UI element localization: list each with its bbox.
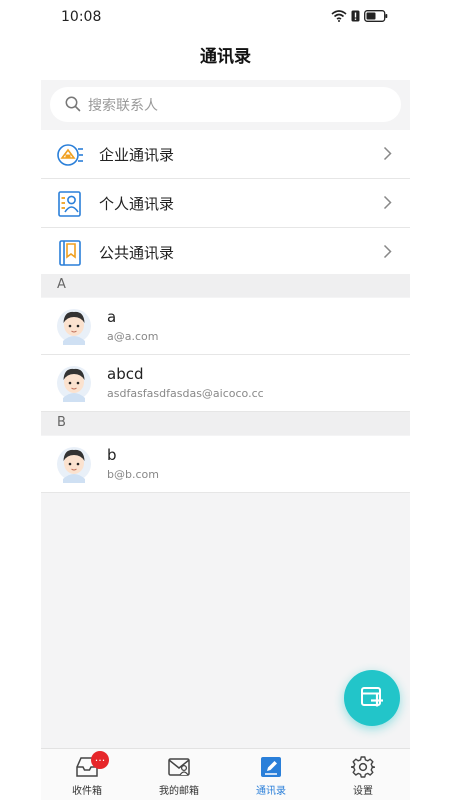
section-header-b: B [41, 412, 410, 435]
wifi-icon [331, 10, 347, 22]
avatar [57, 309, 91, 345]
status-icons [331, 10, 388, 22]
tab-contacts[interactable]: 通讯录 [225, 749, 317, 800]
contact-name: b [107, 446, 117, 464]
status-time: 10:08 [61, 9, 102, 25]
contact-row[interactable]: a a@a.com [41, 298, 410, 355]
avatar [57, 447, 91, 483]
menu-item-label: 公共通讯录 [99, 244, 175, 262]
add-contact-button[interactable] [344, 670, 400, 726]
menu-item-personal-contacts[interactable]: 个人通讯录 [41, 179, 410, 228]
tab-label: 收件箱 [72, 786, 102, 797]
page-title: 通讯录 [200, 47, 251, 67]
menu-item-public-contacts[interactable]: 公共通讯录 [41, 228, 410, 277]
public-contacts-icon [59, 240, 81, 266]
tab-my-mailbox[interactable]: 我的邮箱 [133, 749, 225, 800]
tab-label: 我的邮箱 [159, 786, 199, 797]
battery-icon [364, 10, 388, 22]
enterprise-contacts-icon [57, 144, 83, 166]
search-input[interactable]: 搜索联系人 [50, 87, 401, 122]
chevron-right-icon [383, 146, 392, 161]
tab-inbox[interactable]: ... 收件箱 [41, 749, 133, 800]
status-bar: 10:08 [41, 0, 410, 34]
contact-name: a [107, 308, 117, 326]
contact-row[interactable]: abcd asdfasfasdfasdas@aicoco.cc [41, 355, 410, 412]
alert-icon [351, 10, 360, 22]
contacts-icon [261, 757, 281, 777]
chevron-right-icon [383, 244, 392, 259]
contact-email: b@b.com [107, 468, 159, 481]
chevron-right-icon [383, 195, 392, 210]
unread-badge: ... [91, 751, 109, 769]
phone-screen: 10:08 通讯录 搜索联系人 企业通讯录 个人通讯录 公共通讯录 A a a@… [41, 0, 410, 800]
mailbox-icon [168, 758, 190, 776]
contact-row[interactable]: b b@b.com [41, 436, 410, 493]
contacts-menu: 企业通讯录 个人通讯录 公共通讯录 [41, 130, 410, 277]
tab-label: 设置 [353, 786, 373, 797]
section-letter: B [57, 415, 66, 430]
avatar [57, 366, 91, 402]
menu-item-enterprise-contacts[interactable]: 企业通讯录 [41, 130, 410, 179]
search-placeholder: 搜索联系人 [88, 98, 158, 114]
add-contact-icon [361, 687, 383, 707]
title-bar: 通讯录 [41, 34, 410, 80]
search-area: 搜索联系人 [41, 80, 410, 130]
bottom-tab-bar: ... 收件箱 我的邮箱 通讯录 设置 [41, 748, 410, 800]
gear-icon [351, 756, 375, 778]
section-letter: A [57, 277, 66, 292]
tab-settings[interactable]: 设置 [317, 749, 409, 800]
personal-contacts-icon [58, 191, 81, 217]
contact-name: abcd [107, 365, 144, 383]
contact-email: a@a.com [107, 330, 159, 343]
menu-item-label: 企业通讯录 [99, 146, 175, 164]
search-icon [65, 96, 81, 112]
menu-item-label: 个人通讯录 [99, 195, 175, 213]
contact-email: asdfasfasdfasdas@aicoco.cc [107, 387, 264, 400]
tab-label: 通讯录 [256, 786, 286, 797]
section-header-a: A [41, 274, 410, 297]
